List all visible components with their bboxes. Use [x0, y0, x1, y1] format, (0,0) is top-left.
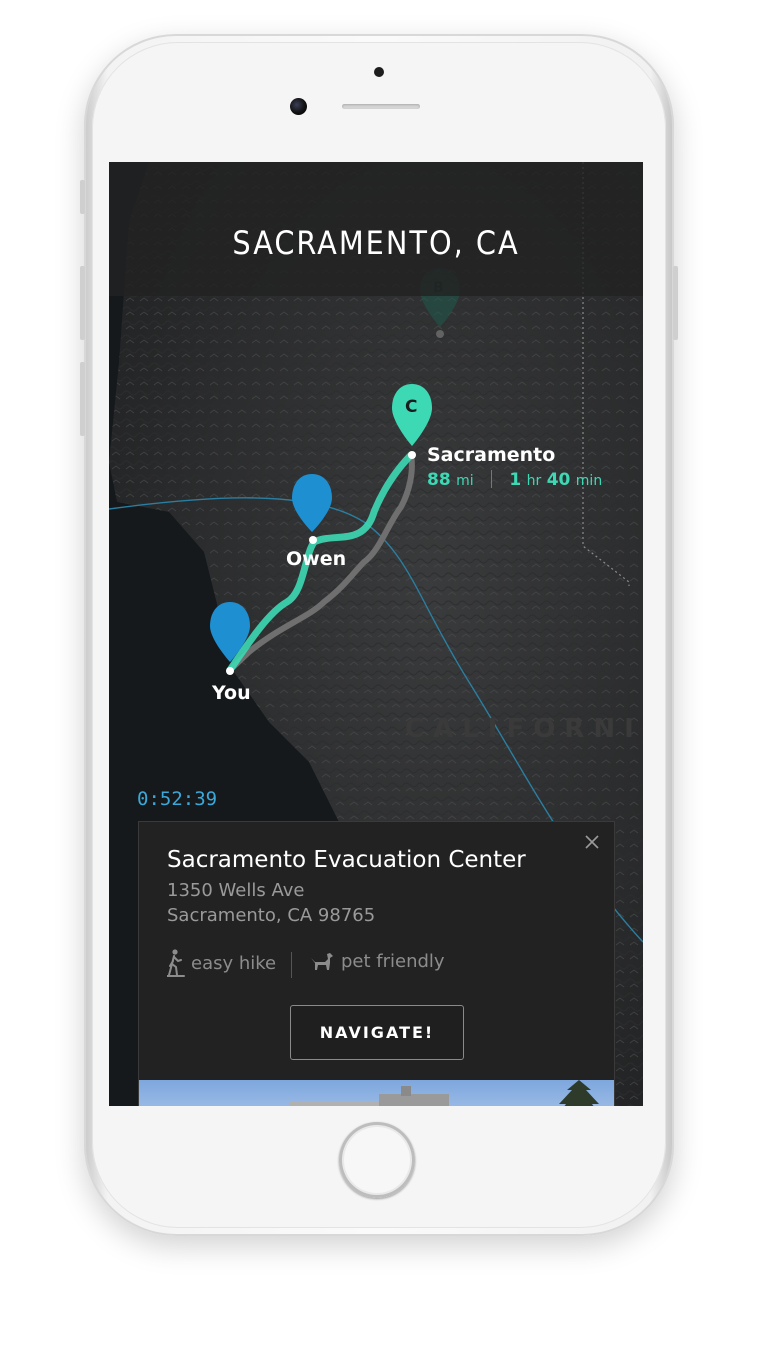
photo-tree [559, 1080, 599, 1106]
stats-divider [491, 470, 493, 488]
destination-pin-b-point [436, 330, 444, 338]
photo-building-tower [401, 1086, 411, 1096]
hiker-icon [167, 949, 185, 977]
owen-label[interactable]: Owen [286, 548, 346, 570]
location-title: Sacramento Evacuation Center [167, 847, 526, 873]
power-button [673, 266, 678, 340]
hours-value: 1 [509, 470, 522, 490]
address-line-2: Sacramento, CA 98765 [167, 905, 376, 926]
state-label: CALIFORNIA [405, 714, 643, 744]
owen-point [309, 536, 317, 544]
earpiece-speaker [342, 104, 420, 109]
minutes-value: 40 [546, 470, 571, 490]
front-camera [290, 98, 307, 115]
feature-pet-friendly-label: pet friendly [341, 950, 445, 972]
app-screen: B C CALIFORNIA SACRAMENTO, CA Sacramento… [109, 162, 643, 1106]
sacramento-label[interactable]: Sacramento [427, 444, 555, 466]
address-line-1: 1350 Wells Ave [167, 880, 305, 901]
feature-pet-friendly: pet friendly [309, 949, 445, 973]
location-card: Sacramento Evacuation Center 1350 Wells … [138, 821, 615, 1106]
mute-switch [80, 180, 85, 214]
dog-icon [311, 953, 333, 970]
distance-unit: mi [456, 473, 474, 489]
you-point [226, 667, 234, 675]
countdown-timer: 0:52:39 [137, 788, 218, 810]
feature-divider [291, 952, 292, 978]
photo-scene [289, 1080, 599, 1106]
close-icon[interactable] [584, 834, 600, 850]
home-button[interactable] [339, 1122, 415, 1198]
pin-c-letter: C [405, 397, 418, 417]
volume-down-button [80, 362, 85, 436]
hours-unit: hr [526, 473, 542, 489]
page-title: SACRAMENTO, CA [232, 224, 520, 262]
feature-easy-hike: easy hike [167, 949, 276, 977]
minutes-unit: min [575, 473, 603, 489]
navigate-button[interactable]: NAVIGATE! [290, 1005, 464, 1060]
app-header: SACRAMENTO, CA [109, 162, 643, 296]
location-photo [139, 1080, 614, 1106]
feature-easy-hike-label: easy hike [191, 952, 277, 974]
proximity-sensor [374, 67, 384, 77]
distance-value: 88 [427, 470, 451, 490]
volume-up-button [80, 266, 85, 340]
photo-building-side [289, 1102, 379, 1106]
you-label[interactable]: You [212, 682, 251, 704]
sacramento-point [408, 451, 416, 459]
route-stats: 88 mi 1 hr 40 min [427, 470, 602, 490]
photo-building [379, 1094, 449, 1106]
